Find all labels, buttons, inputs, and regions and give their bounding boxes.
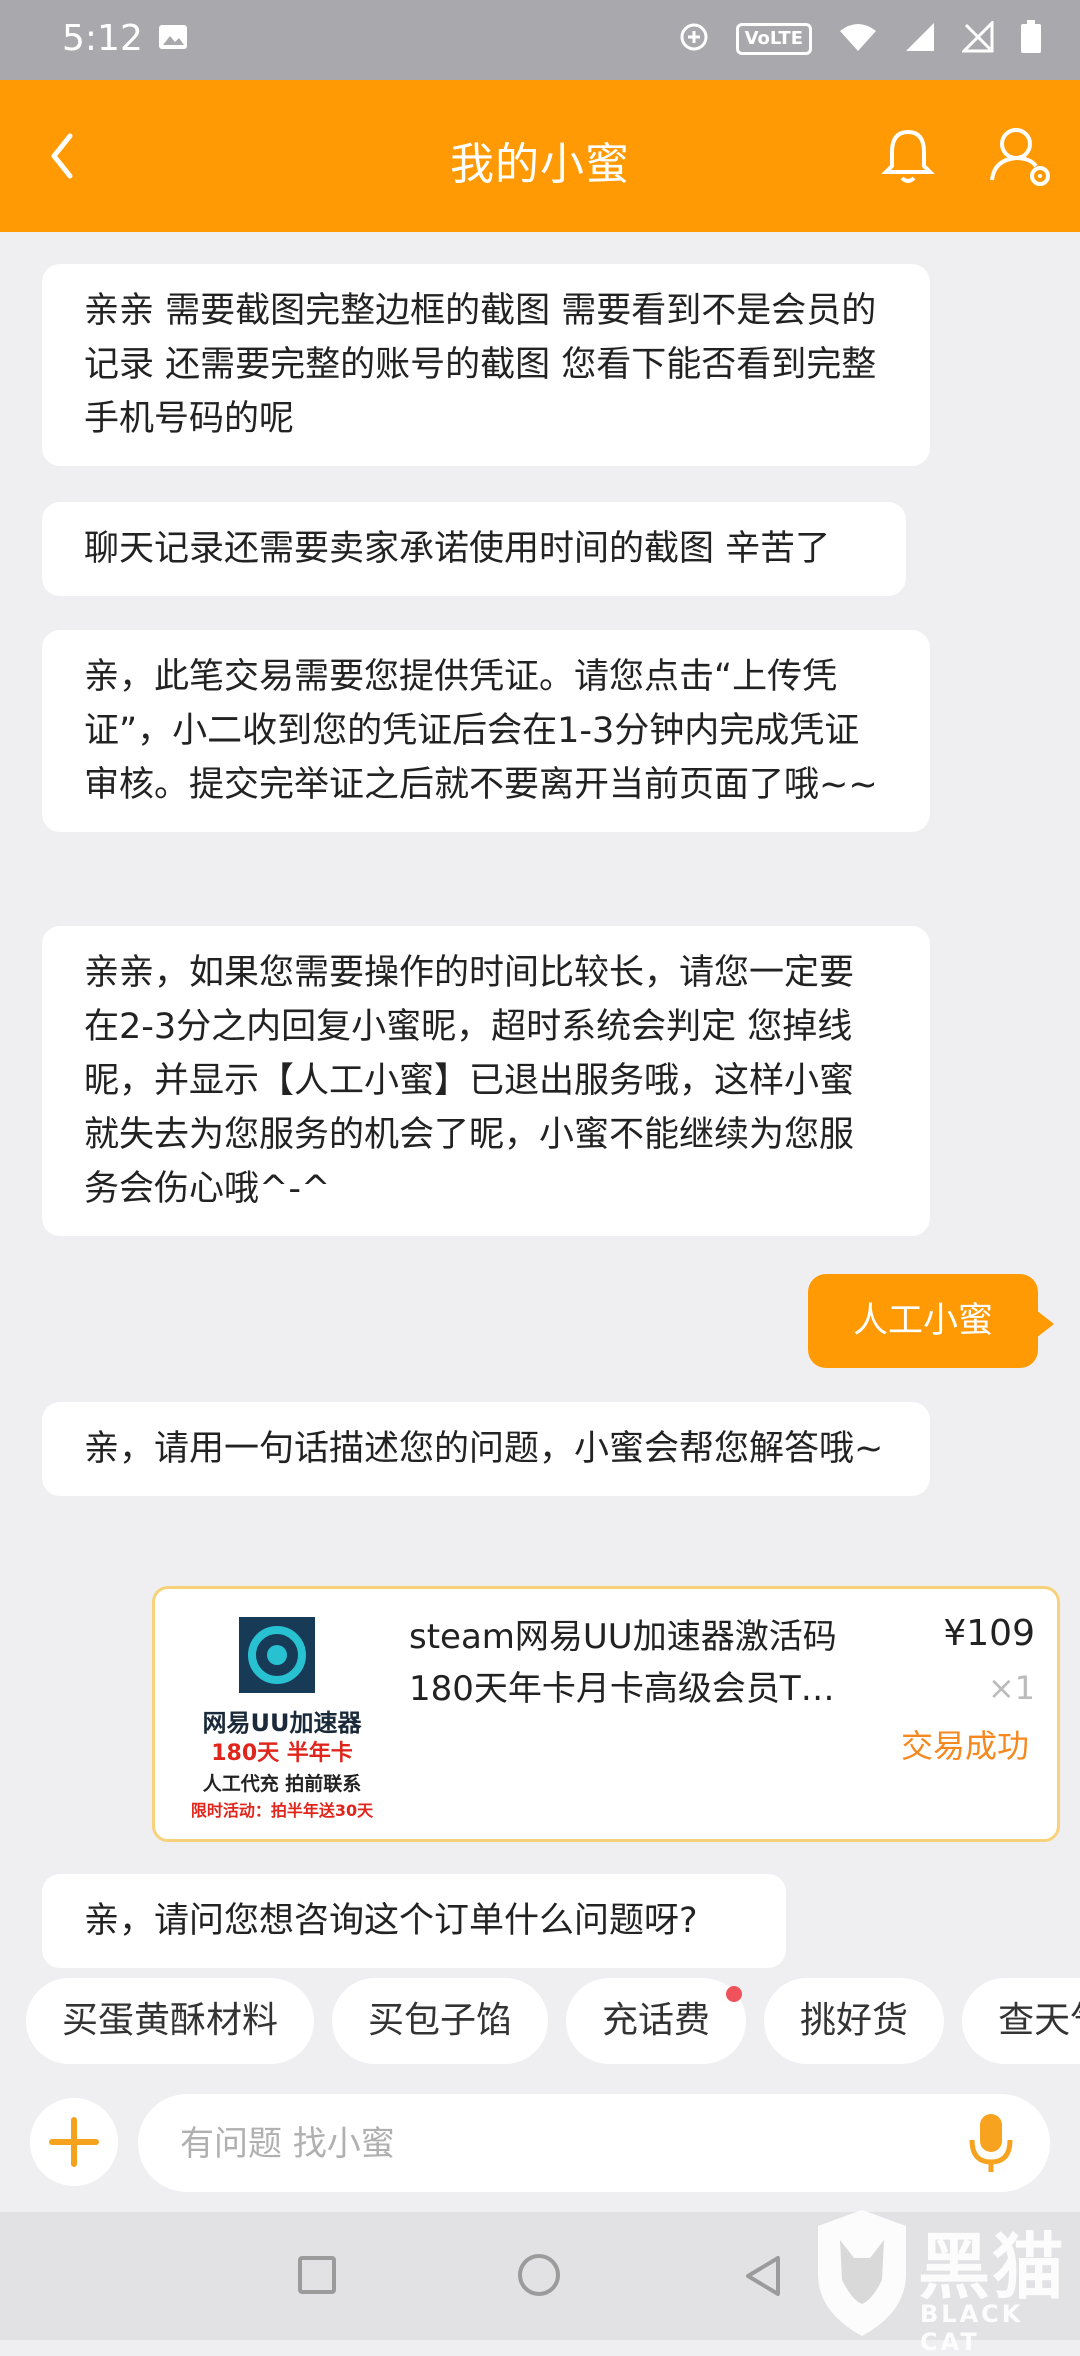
quick-reply-label: 充话费 bbox=[602, 2000, 711, 2041]
order-quantity: ×1 bbox=[987, 1669, 1035, 1707]
triangle-back-icon bbox=[746, 2256, 780, 2296]
order-card[interactable]: 网易UU加速器 180天 半年卡 人工代充 拍前联系 限时活动：拍半年送30天 … bbox=[152, 1586, 1060, 1842]
product-thumbnail: 网易UU加速器 180天 半年卡 人工代充 拍前联系 限时活动：拍半年送30天 bbox=[177, 1611, 387, 1821]
recents-button[interactable] bbox=[298, 2256, 336, 2294]
battery-icon bbox=[1020, 20, 1042, 58]
profile-settings-button[interactable] bbox=[986, 120, 1058, 192]
agent-message: 亲，请问您想咨询这个订单什么问题呀? bbox=[42, 1874, 786, 1968]
watermark-brand: 黑猫 bbox=[918, 2225, 1067, 2309]
agent-message: 亲，请用一句话描述您的问题，小蜜会帮您解答哦~ bbox=[42, 1402, 930, 1496]
notification-button[interactable] bbox=[874, 122, 942, 190]
notification-dot bbox=[726, 1986, 743, 2002]
image-icon bbox=[158, 22, 188, 56]
product-promo: 限时活动：拍半年送30天 bbox=[190, 1801, 374, 1820]
product-brand: 网易UU加速器 bbox=[202, 1709, 362, 1737]
volte-badge: VoLTE bbox=[735, 23, 812, 55]
status-bar: 5:12 VoLTE bbox=[0, 0, 1080, 80]
quick-reply-chip[interactable]: 挑好货 bbox=[764, 1978, 945, 2064]
app-header: 我的小蜜 bbox=[0, 80, 1080, 232]
agent-message: 聊天记录还需要卖家承诺使用时间的截图 辛苦了 bbox=[42, 502, 906, 596]
user-gear-icon bbox=[990, 128, 1050, 186]
microphone-icon bbox=[969, 2114, 1013, 2172]
product-plan: 180天 半年卡 bbox=[211, 1741, 353, 1766]
order-price: ¥109 bbox=[943, 1613, 1035, 1654]
user-message: 人工小蜜 bbox=[808, 1274, 1054, 1368]
watermark-sub: BLACK CAT bbox=[920, 2300, 1024, 2356]
bell-icon bbox=[881, 129, 935, 183]
product-note: 人工代充 拍前联系 bbox=[202, 1773, 362, 1795]
data-saver-icon bbox=[678, 21, 710, 57]
order-status: 交易成功 bbox=[900, 1727, 1029, 1765]
black-cat-watermark: 黑猫 BLACK CAT bbox=[810, 2200, 1080, 2356]
nav-back-button[interactable] bbox=[742, 2254, 786, 2298]
quick-reply-chip[interactable]: 查天气 bbox=[962, 1978, 1080, 2064]
message-input-box[interactable] bbox=[138, 2094, 1050, 2192]
plus-icon bbox=[49, 2117, 99, 2167]
order-title: steam网易UU加速器激活码180天年卡月卡高级会员T… bbox=[409, 1617, 837, 1709]
signal-icon bbox=[904, 21, 936, 57]
agent-message: 亲，此笔交易需要您提供凭证。请您点击“上传凭证”，小二收到您的凭证后会在1-3分… bbox=[42, 630, 930, 832]
quick-reply-bar[interactable]: 买蛋黄酥材料买包子馅 充话费 挑好货查天气 bbox=[26, 1978, 1080, 2066]
message-input[interactable] bbox=[178, 2114, 942, 2174]
agent-message: 亲亲 需要截图完整边框的截图 需要看到不是会员的记录 还需要完整的账号的截图 您… bbox=[42, 264, 930, 466]
signal-off-icon bbox=[960, 19, 994, 57]
quick-reply-chip[interactable]: 买蛋黄酥材料 bbox=[26, 1978, 315, 2064]
home-button[interactable] bbox=[518, 2254, 560, 2296]
chat-area[interactable]: 亲亲 需要截图完整边框的截图 需要看到不是会员的记录 还需要完整的账号的截图 您… bbox=[0, 232, 1080, 1972]
quick-reply-chip-with-dot[interactable]: 充话费 bbox=[566, 1978, 747, 2064]
status-time: 5:12 bbox=[62, 18, 143, 59]
voice-button[interactable] bbox=[958, 2110, 1024, 2176]
agent-message: 亲亲，如果您需要操作的时间比较长，请您一定要在2-3分之内回复小蜜昵，超时系统会… bbox=[42, 926, 930, 1236]
add-button[interactable] bbox=[30, 2098, 118, 2186]
wifi-icon bbox=[838, 21, 878, 57]
quick-reply-chip[interactable]: 买包子馅 bbox=[332, 1978, 549, 2064]
